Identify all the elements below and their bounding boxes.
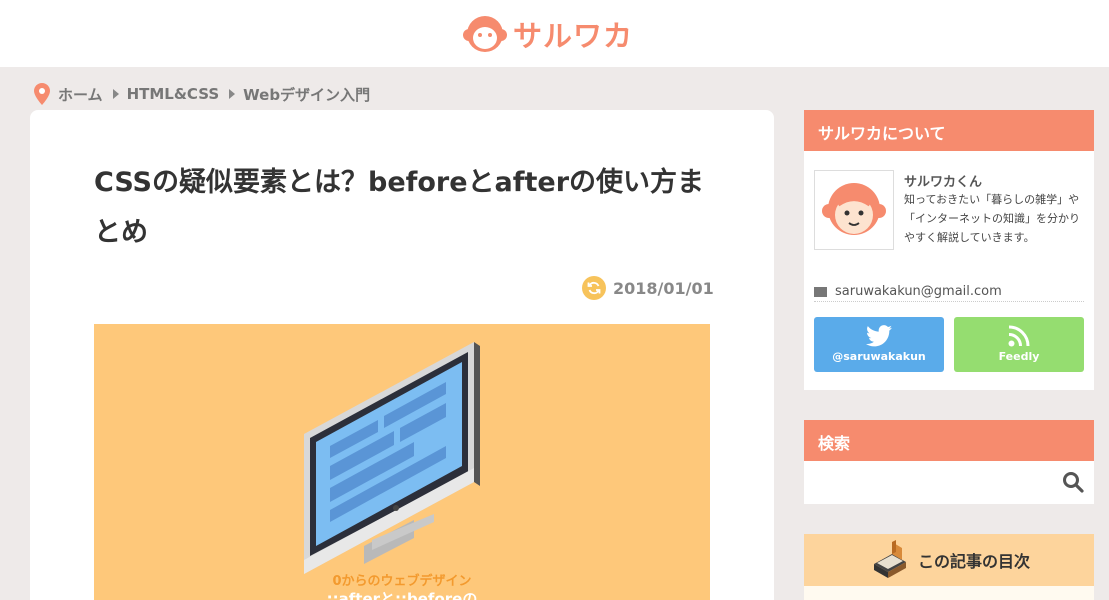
toc-widget: この記事の目次 (804, 534, 1094, 600)
twitter-label: @saruwakakun (832, 350, 926, 363)
rss-icon (1008, 325, 1030, 347)
eyecatch-caption-1: 0からのウェブデザイン (332, 574, 472, 589)
twitter-button[interactable]: @saruwakakun (814, 317, 944, 372)
search-widget: 検索 (804, 420, 1094, 504)
mail-icon (814, 286, 827, 297)
breadcrumb: ホーム HTML&CSS Webデザイン入門 (34, 82, 370, 106)
toc-header[interactable]: この記事の目次 (804, 534, 1094, 586)
about-heading: サルワカについて (804, 110, 1094, 151)
eyecatch-image: 0からのウェブデザイン ::afterと::beforeの (94, 324, 710, 600)
chevron-right-icon (112, 89, 119, 99)
article-date-row: 2018/01/01 (582, 276, 714, 300)
twitter-icon (866, 325, 892, 347)
article-title: CSSの疑似要素とは？beforeとafterの使い方まとめ (94, 167, 705, 248)
book-icon (873, 540, 906, 578)
article-date: 2018/01/01 (613, 278, 714, 298)
search-icon[interactable] (1062, 471, 1084, 493)
monkey-logo-icon (463, 16, 507, 52)
feedly-button[interactable]: Feedly (954, 317, 1084, 372)
chevron-right-icon (229, 89, 236, 99)
logo-text: サルワカ (513, 19, 634, 53)
breadcrumb-web-design[interactable]: Webデザイン入門 (243, 84, 370, 105)
feedly-label: Feedly (998, 350, 1040, 363)
site-header: サルワカ (0, 0, 1109, 67)
location-pin-icon (34, 83, 50, 105)
article-card: CSSの疑似要素とは？beforeとafterの使い方まとめ 2018/01/0… (30, 110, 774, 600)
avatar (814, 170, 894, 250)
monitor-illustration-icon (304, 342, 480, 574)
profile-description: 知っておきたい「暮らしの雑学」や「インターネットの知識」を分かりやすく解説してい… (904, 193, 1080, 244)
search-heading: 検索 (804, 420, 1094, 461)
about-widget: サルワカについて サルワカくん 知っておきたい「暮らしの雑学」や「インターネット… (804, 110, 1094, 390)
email-row[interactable]: saruwakakun@gmail.com (814, 282, 1084, 302)
email-text: saruwakakun@gmail.com (835, 284, 1002, 299)
eyecatch-caption-2: ::afterと::beforeの (326, 590, 478, 600)
refresh-icon (582, 276, 606, 300)
profile-name: サルワカくん (904, 175, 983, 190)
toc-heading: この記事の目次 (917, 552, 1030, 571)
breadcrumb-home[interactable]: ホーム (58, 84, 103, 105)
breadcrumb-html-css[interactable]: HTML&CSS (127, 85, 220, 103)
search-input[interactable] (804, 461, 1094, 504)
site-logo[interactable]: サルワカ (463, 12, 663, 56)
